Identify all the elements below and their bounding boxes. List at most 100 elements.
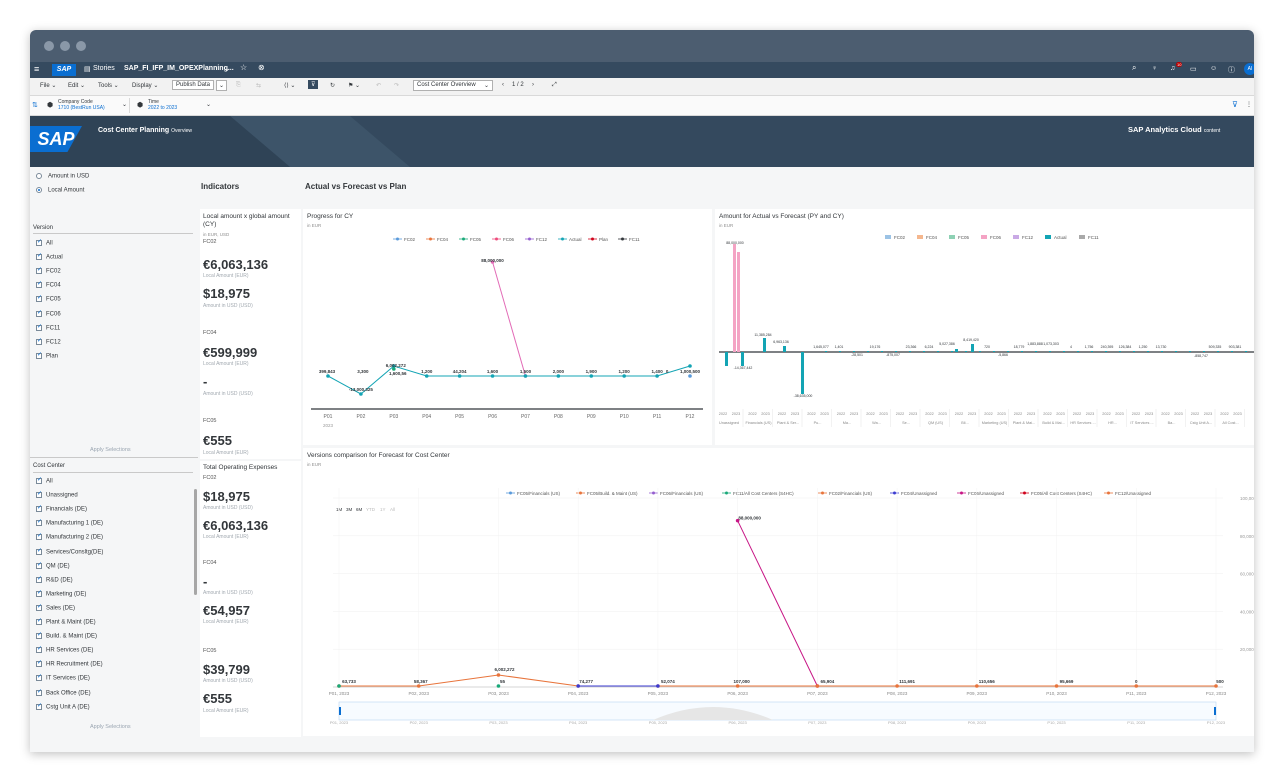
version-item[interactable]: Plan <box>36 351 58 359</box>
cost-center-item[interactable]: Financials (DE) <box>36 504 87 513</box>
avatar[interactable]: AI <box>1244 63 1254 75</box>
document-title[interactable]: SAP_FI_IFP_IM_OPEXPlanning... <box>124 65 234 72</box>
cost-center-item[interactable]: Services/Consltg(DE) <box>36 547 103 555</box>
prev-page-icon[interactable]: ‹ <box>502 82 504 88</box>
checkbox[interactable] <box>36 659 42 668</box>
star-icon[interactable]: ☆ <box>240 63 247 72</box>
cost-center-item[interactable]: HR Services (DE) <box>36 645 93 654</box>
radio-local-amount[interactable]: Local Amount <box>36 187 84 194</box>
cost-center-item[interactable]: Manufacturing 2 (DE) <box>36 532 103 541</box>
window-minimize-dot[interactable] <box>60 41 70 51</box>
checkbox[interactable] <box>36 532 42 541</box>
checkbox[interactable] <box>36 351 42 359</box>
redo-icon[interactable]: ↷ <box>394 82 399 89</box>
checkbox[interactable] <box>36 504 42 513</box>
version-item[interactable]: FC05 <box>36 294 61 303</box>
progress-chart-card[interactable]: Progress for CY in EUR FC02 FC04 FC05 FC06 F… <box>303 209 712 445</box>
checkbox[interactable] <box>36 337 42 345</box>
cost-center-item[interactable]: Plant & Maint (DE) <box>36 617 96 626</box>
filter-icon[interactable]: ⊽ <box>308 80 319 89</box>
checkbox[interactable] <box>36 589 42 597</box>
code-icon[interactable]: ⟨⟩ ⌄ <box>284 82 295 89</box>
time-filter[interactable]: ⬢ Time 2022 to 2023 ⌄ <box>134 98 216 113</box>
version-item[interactable]: FC06 <box>36 309 61 317</box>
checkbox[interactable] <box>36 631 42 640</box>
checkbox[interactable] <box>36 575 42 583</box>
bookmark-icon[interactable]: ⚑ ⌄ <box>348 82 360 89</box>
share-icon[interactable]: ⇆ <box>256 82 261 89</box>
help-icon[interactable]: ⓘ <box>1228 65 1235 75</box>
checkbox[interactable] <box>36 309 42 317</box>
stories-link[interactable]: Stories <box>93 65 115 72</box>
display-menu[interactable]: Display ⌄ <box>132 82 158 89</box>
checkbox[interactable] <box>36 561 42 569</box>
radio-amount-usd[interactable]: Amount in USD <box>36 173 89 180</box>
tools-menu[interactable]: Tools ⌄ <box>98 82 119 89</box>
version-item[interactable]: Actual <box>36 252 63 261</box>
cost-center-item[interactable]: HR Recruitment (DE) <box>36 659 103 668</box>
bell-icon[interactable]: ♫ <box>1170 65 1175 72</box>
checkbox[interactable] <box>36 603 42 611</box>
checkbox[interactable] <box>36 266 42 275</box>
fullscreen-icon[interactable]: ⤢ <box>552 82 557 89</box>
more-icon[interactable]: ⋮ <box>1246 101 1252 108</box>
version-item[interactable]: All <box>36 238 53 247</box>
chevron-down-icon[interactable]: ⌄ <box>224 65 230 73</box>
scrollbar-thumb[interactable] <box>194 489 197 595</box>
cost-center-item[interactable]: Back Office (DE) <box>36 688 91 696</box>
publish-data-button[interactable]: Publish Data <box>172 80 215 90</box>
checkbox[interactable] <box>36 280 42 289</box>
actual-vs-forecast-chart-card[interactable]: Amount for Actual vs Forecast (PY and CY… <box>715 209 1254 445</box>
radio-button[interactable] <box>36 173 42 179</box>
checkbox[interactable] <box>36 673 42 682</box>
lightbulb-icon[interactable]: ♀ <box>1152 65 1157 72</box>
close-circle-icon[interactable]: ⊗ <box>258 63 265 72</box>
refresh-icon[interactable]: ↻ <box>330 82 335 89</box>
version-item[interactable]: FC11 <box>36 323 60 331</box>
next-page-icon[interactable]: › <box>532 82 534 88</box>
search-icon[interactable]: ⌕ <box>1132 63 1136 73</box>
checkbox[interactable] <box>36 252 42 261</box>
publish-dropdown[interactable]: ⌄ <box>216 80 228 91</box>
filter-panel-icon[interactable]: ⊽ <box>1232 100 1238 109</box>
checkbox[interactable] <box>36 518 42 527</box>
sap-shell-logo[interactable]: SAP <box>52 64 76 76</box>
version-item[interactable]: FC02 <box>36 266 61 275</box>
cost-center-item[interactable]: Marketing (DE) <box>36 589 86 597</box>
cost-center-item[interactable]: Cstg Unit A (DE) <box>36 702 90 710</box>
window-maximize-dot[interactable] <box>76 41 86 51</box>
version-item[interactable]: FC12 <box>36 337 61 345</box>
radio-button[interactable] <box>36 187 42 193</box>
cost-center-item[interactable]: Sales (DE) <box>36 603 75 611</box>
checkbox[interactable] <box>36 294 42 303</box>
apply-selections-button[interactable]: Apply Selections <box>90 447 131 453</box>
checkbox[interactable] <box>36 490 42 499</box>
filter-toggle-icon[interactable]: ⇅ <box>32 101 38 109</box>
checkbox[interactable] <box>36 702 42 710</box>
checkbox[interactable] <box>36 547 42 555</box>
page-select[interactable]: Cost Center Overview ⌄ <box>413 80 493 91</box>
cost-center-item[interactable]: IT Services (DE) <box>36 673 90 682</box>
checkbox[interactable] <box>36 617 42 625</box>
checkbox[interactable] <box>36 688 42 696</box>
edit-menu[interactable]: Edit ⌄ <box>68 82 85 89</box>
cost-center-item[interactable]: QM (DE) <box>36 561 70 569</box>
apply-selections-button-2[interactable]: Apply Selections <box>90 724 131 730</box>
version-item[interactable]: FC04 <box>36 280 61 289</box>
feedback-icon[interactable]: ☺ <box>1210 65 1217 72</box>
window-close-dot[interactable] <box>44 41 54 51</box>
checkbox[interactable] <box>36 238 42 246</box>
file-menu[interactable]: File ⌄ <box>40 82 56 89</box>
cost-center-item[interactable]: Manufacturing 1 (DE) <box>36 518 103 527</box>
undo-icon[interactable]: ↶ <box>376 82 381 89</box>
checkbox[interactable] <box>36 645 42 654</box>
cost-center-item[interactable]: All <box>36 476 53 485</box>
copy-icon[interactable]: ⎘ <box>236 82 241 89</box>
checkbox[interactable] <box>36 323 42 331</box>
menu-icon[interactable]: ≡ <box>34 64 39 74</box>
versions-comparison-chart-card[interactable]: Versions comparison for Forecast for Cos… <box>303 448 1254 736</box>
company-code-filter[interactable]: ⬢ Company Code 1710 (BestRun USA) ⌄ <box>44 98 130 113</box>
cost-center-item[interactable]: R&D (DE) <box>36 575 73 583</box>
cost-center-item[interactable]: Unassigned <box>36 490 78 499</box>
checkbox[interactable] <box>36 476 42 484</box>
